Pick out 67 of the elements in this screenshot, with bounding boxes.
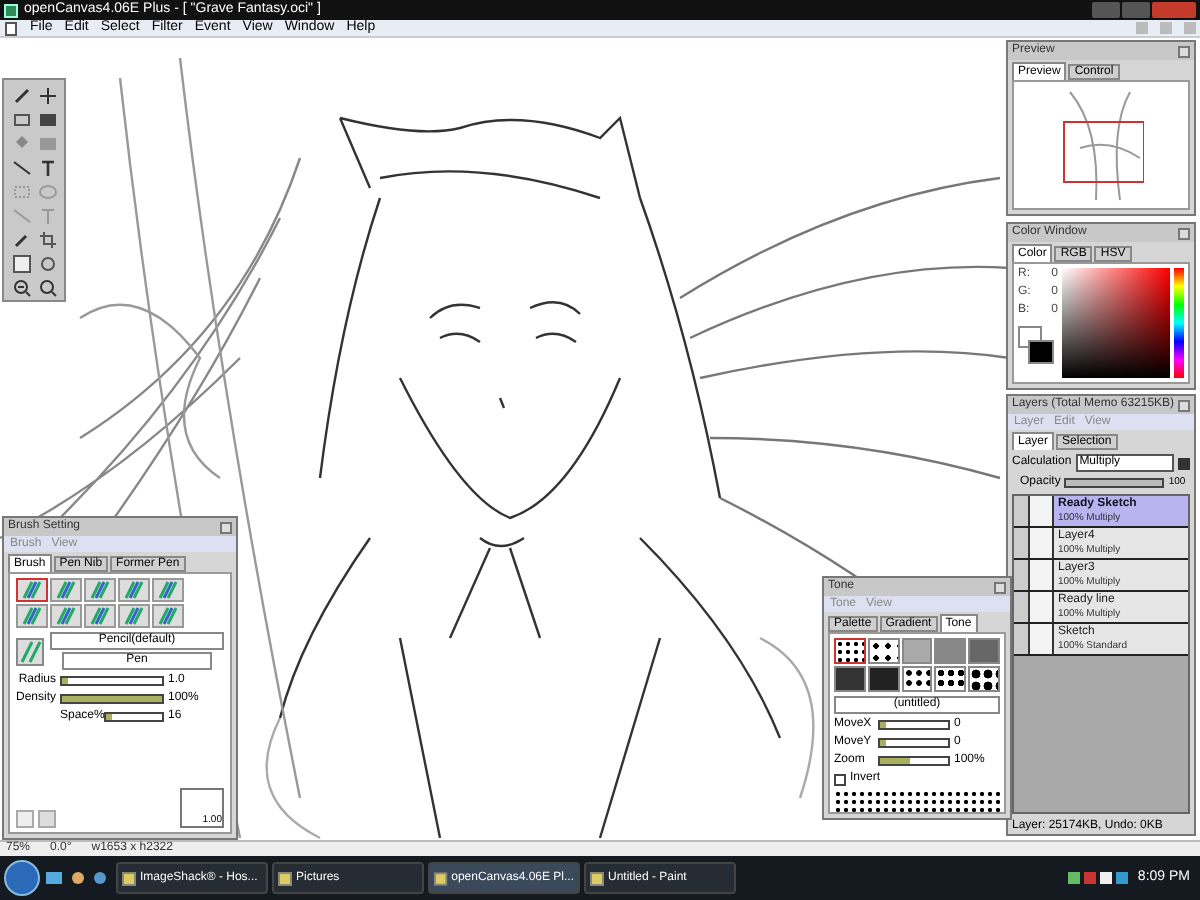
layer-thumbnail — [1030, 592, 1054, 622]
slider[interactable] — [878, 738, 950, 748]
thumbnail-drawing — [1059, 87, 1143, 203]
start-button[interactable] — [4, 860, 40, 896]
brush-preset[interactable] — [84, 604, 116, 628]
hue-bar[interactable] — [1174, 268, 1184, 378]
foreground-color-swatch[interactable] — [1028, 340, 1054, 364]
window-icon — [122, 871, 136, 885]
app-icon — [4, 3, 18, 17]
slider[interactable] — [878, 756, 950, 766]
move-icon[interactable] — [38, 85, 58, 105]
brush-icon — [156, 606, 180, 626]
brush-icon — [156, 580, 180, 600]
brush-icon — [122, 580, 146, 600]
tone-pattern[interactable] — [934, 666, 967, 692]
tone-pattern[interactable] — [834, 638, 866, 664]
brush-icon — [122, 606, 146, 626]
visibility-toggle[interactable] — [1014, 560, 1030, 590]
brush-preset[interactable] — [50, 578, 82, 602]
close-button[interactable] — [1178, 227, 1190, 239]
visibility-toggle[interactable] — [1014, 528, 1030, 558]
rectangle-icon[interactable] — [11, 109, 31, 129]
line-icon[interactable] — [11, 157, 31, 177]
brush-icon — [20, 580, 44, 600]
brush-preset[interactable] — [84, 578, 116, 602]
quick-launch-icons — [44, 868, 112, 888]
close-button[interactable] — [1178, 399, 1190, 411]
layer-thumbnail — [1030, 624, 1054, 654]
close-button[interactable] — [994, 581, 1006, 593]
tone-pattern[interactable] — [901, 666, 933, 692]
pencil-icon[interactable] — [11, 85, 31, 105]
tone-pattern[interactable] — [968, 666, 1000, 692]
brush-icon — [16, 637, 44, 665]
checkbox[interactable] — [834, 773, 846, 785]
brush-preset[interactable] — [118, 604, 150, 628]
brush-icon — [20, 606, 44, 626]
layer-thumbnail — [1030, 496, 1054, 526]
filled-rectangle-icon[interactable] — [38, 109, 58, 129]
brush-icon — [54, 580, 78, 600]
crop-icon[interactable] — [38, 229, 58, 249]
brush-preset[interactable] — [50, 604, 82, 628]
lock-button[interactable] — [1178, 457, 1190, 469]
layer-thumbnail — [1030, 528, 1054, 558]
tone-pattern[interactable] — [867, 666, 900, 692]
brush-preset[interactable] — [118, 578, 150, 602]
tone-pattern[interactable] — [867, 638, 900, 664]
brush-icon — [88, 580, 112, 600]
window-icon — [590, 871, 604, 885]
window-icon — [278, 871, 292, 885]
slider[interactable] — [104, 712, 164, 722]
slider[interactable] — [60, 676, 164, 686]
brush-icon — [88, 606, 112, 626]
text-icon[interactable] — [38, 157, 58, 177]
visibility-toggle[interactable] — [1014, 592, 1030, 622]
color-picker[interactable] — [1062, 268, 1170, 378]
tray-icons — [1067, 870, 1128, 886]
slider[interactable] — [878, 720, 950, 730]
close-button[interactable] — [220, 521, 232, 533]
window-icon — [434, 871, 448, 885]
brush-preset[interactable] — [152, 604, 184, 628]
visibility-toggle[interactable] — [1014, 496, 1030, 526]
brush-preset[interactable] — [152, 578, 184, 602]
brush-icon — [54, 606, 78, 626]
layer-thumbnail — [1030, 560, 1054, 590]
visibility-toggle[interactable] — [1014, 624, 1030, 654]
brush-preset[interactable] — [16, 578, 48, 602]
brush-preset[interactable] — [16, 604, 48, 628]
